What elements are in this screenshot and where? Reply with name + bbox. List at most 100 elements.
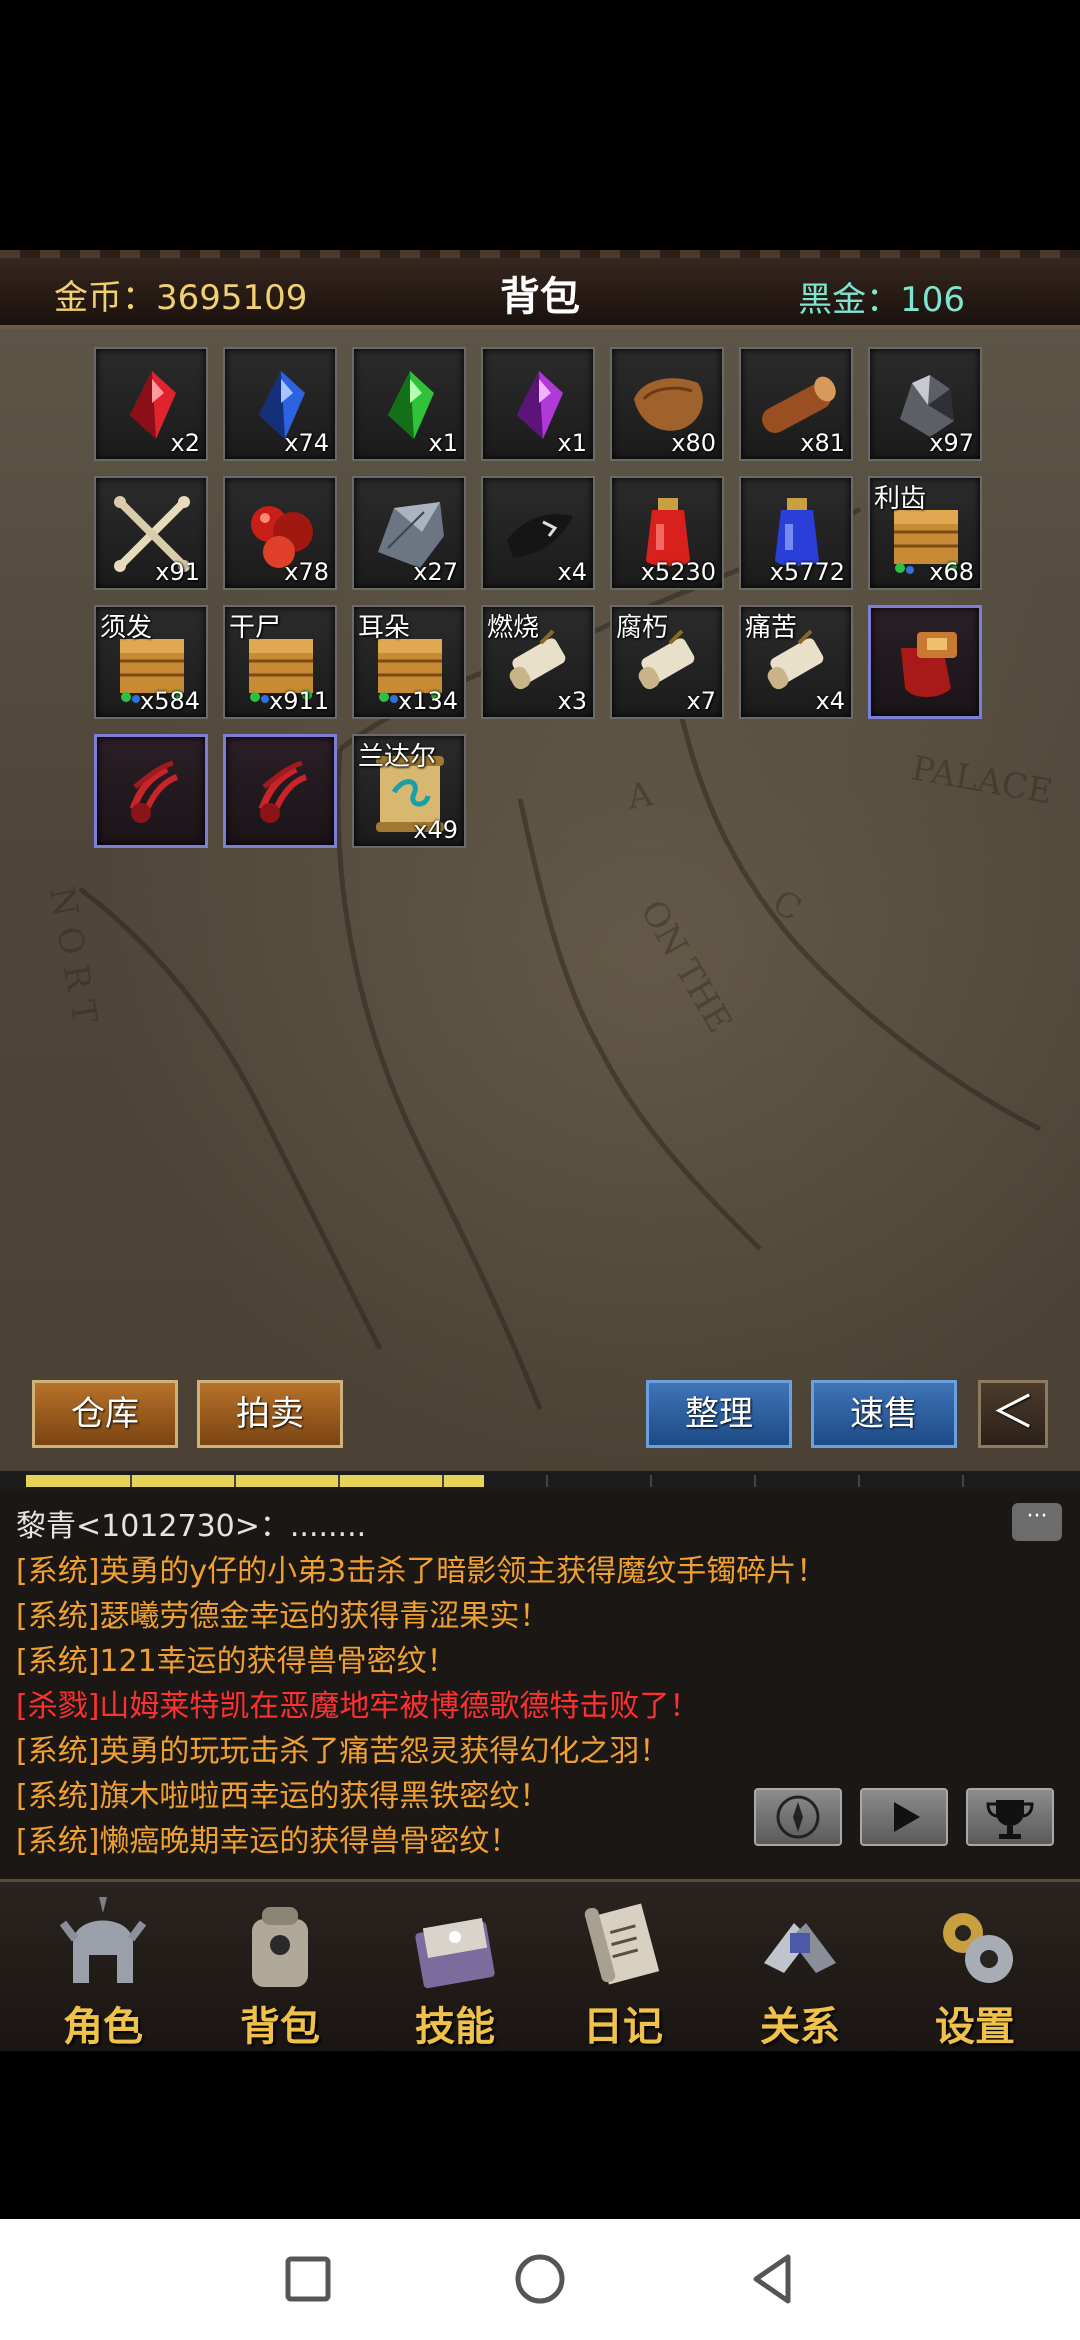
item-tag: 干尸 — [229, 613, 282, 643]
item-count: x74 — [284, 429, 329, 457]
inventory-slot[interactable]: x5772 — [739, 476, 853, 590]
experience-segment — [650, 1475, 652, 1487]
play-button[interactable] — [860, 1788, 948, 1846]
inventory-slot[interactable]: 痛苦 x4 — [739, 605, 853, 719]
nav-label: 设置 — [935, 2004, 1015, 2050]
inventory-slot[interactable]: x80 — [610, 347, 724, 461]
nav-item[interactable]: 角色 — [28, 1882, 178, 2054]
inventory-slot[interactable]: x1 — [352, 347, 466, 461]
nav-item[interactable]: 关系 — [725, 1882, 875, 2054]
nav-item[interactable]: 日记 — [548, 1882, 698, 2054]
inventory-slot[interactable]: x2 — [94, 347, 208, 461]
quick-sell-button[interactable]: 速售 — [811, 1380, 957, 1448]
inventory-slot[interactable] — [868, 605, 982, 719]
item-count: x91 — [155, 558, 200, 586]
inventory-slot[interactable]: x5230 — [610, 476, 724, 590]
system-navigation-bar — [0, 2219, 1080, 2340]
back-nav-button[interactable] — [744, 2251, 800, 2307]
item-count: x1 — [428, 429, 458, 457]
nav-label: 角色 — [63, 2004, 143, 2050]
item-count: x49 — [413, 816, 458, 844]
chat-bubble-icon[interactable]: ··· — [1012, 1503, 1062, 1541]
handshake-icon — [764, 1923, 836, 1973]
item-tag: 燃烧 — [487, 613, 540, 643]
inventory-slot[interactable]: x27 — [352, 476, 466, 590]
item-count: x4 — [815, 687, 845, 715]
experience-segment — [546, 1475, 548, 1487]
backpack-icon — [252, 1907, 308, 1987]
experience-segment — [234, 1475, 236, 1487]
warehouse-button[interactable]: 仓库 — [32, 1380, 178, 1448]
inventory-slot[interactable]: x97 — [868, 347, 982, 461]
experience-segment — [442, 1475, 444, 1487]
item-count: x97 — [929, 429, 974, 457]
header-ornament — [0, 250, 1080, 258]
experience-segment — [962, 1475, 964, 1487]
chat-message: 黎青<1012730>：........ — [16, 1509, 367, 1544]
svg-text:N O R T: N O R T — [41, 884, 104, 1027]
black-gold-value: 106 — [900, 280, 965, 320]
inventory-slot[interactable]: 燃烧 x3 — [481, 605, 595, 719]
nav-item[interactable]: 背包 — [205, 1882, 355, 2054]
nav-item[interactable]: 技能 — [380, 1882, 530, 2054]
skeleton-glove-icon — [129, 760, 179, 823]
inventory-slot[interactable]: 须发 x584 — [94, 605, 208, 719]
inventory-slot[interactable]: x81 — [739, 347, 853, 461]
item-count: x4 — [557, 558, 587, 586]
recent-apps-button[interactable] — [280, 2251, 336, 2307]
back-button[interactable]: ＜ — [978, 1380, 1048, 1448]
bottom-navigation: 角色 背包 技能 日记 关系 设置 — [0, 1879, 1080, 2054]
nav-label: 关系 — [760, 2004, 840, 2050]
item-count: x27 — [413, 558, 458, 586]
item-count: x134 — [397, 687, 458, 715]
nav-item[interactable]: 设置 — [900, 1882, 1050, 2054]
experience-segment — [858, 1475, 860, 1487]
inventory-slot[interactable]: x74 — [223, 347, 337, 461]
inventory-slot[interactable]: 腐朽 x7 — [610, 605, 724, 719]
scroll-journal-icon — [584, 1903, 660, 1985]
auction-button[interactable]: 拍卖 — [197, 1380, 343, 1448]
inventory-slot[interactable] — [223, 734, 337, 848]
item-count: x7 — [686, 687, 716, 715]
item-count: x81 — [800, 429, 845, 457]
svg-text:ON THE: ON THE — [632, 894, 739, 1040]
item-tag: 须发 — [100, 613, 153, 643]
chat-message: [系统]懒癌晚期幸运的获得兽骨密纹！ — [16, 1824, 520, 1859]
experience-fill — [26, 1475, 484, 1487]
item-count: x1 — [557, 429, 587, 457]
home-button[interactable] — [512, 2251, 568, 2307]
inventory-slot[interactable]: 耳朵 x134 — [352, 605, 466, 719]
trophy-button[interactable] — [966, 1788, 1054, 1846]
inventory-slot[interactable]: 干尸 x911 — [223, 605, 337, 719]
svg-text:PALACE: PALACE — [908, 748, 1055, 812]
experience-bar — [0, 1469, 1080, 1491]
experience-segment — [754, 1475, 756, 1487]
compass-icon — [776, 1795, 820, 1839]
inventory-slot[interactable]: 利齿 x68 — [868, 476, 982, 590]
experience-segment — [338, 1475, 340, 1487]
inventory-slot[interactable]: x1 — [481, 347, 595, 461]
item-count: x911 — [268, 687, 329, 715]
inventory-slot[interactable]: x78 — [223, 476, 337, 590]
black-gold-label: 黑金： — [798, 280, 901, 320]
play-icon — [894, 1802, 920, 1832]
svg-text:A: A — [624, 774, 657, 818]
inventory-slot[interactable] — [94, 734, 208, 848]
item-count: x78 — [284, 558, 329, 586]
sort-button[interactable]: 整理 — [646, 1380, 792, 1448]
skeleton-glove-icon — [258, 760, 308, 823]
chat-message: [系统]英勇的y仔的小弟3击杀了暗影领主获得魔纹手镯碎片！ — [16, 1554, 827, 1589]
gears-icon — [943, 1913, 1013, 1983]
chat-message: [系统]旗木啦啦西幸运的获得黑铁密纹！ — [16, 1779, 550, 1814]
black-gold-currency: 黑金：106 — [798, 272, 965, 321]
status-area — [0, 0, 1080, 250]
inventory-slot[interactable]: x4 — [481, 476, 595, 590]
inventory-slot[interactable]: x91 — [94, 476, 208, 590]
inventory-slot[interactable]: 兰达尔 x49 — [352, 734, 466, 848]
item-count: x80 — [671, 429, 716, 457]
helmet-icon — [59, 1897, 147, 1983]
compass-button[interactable] — [754, 1788, 842, 1846]
item-count: x68 — [929, 558, 974, 586]
nav-label: 背包 — [240, 2004, 320, 2050]
nav-label: 技能 — [415, 2004, 495, 2050]
